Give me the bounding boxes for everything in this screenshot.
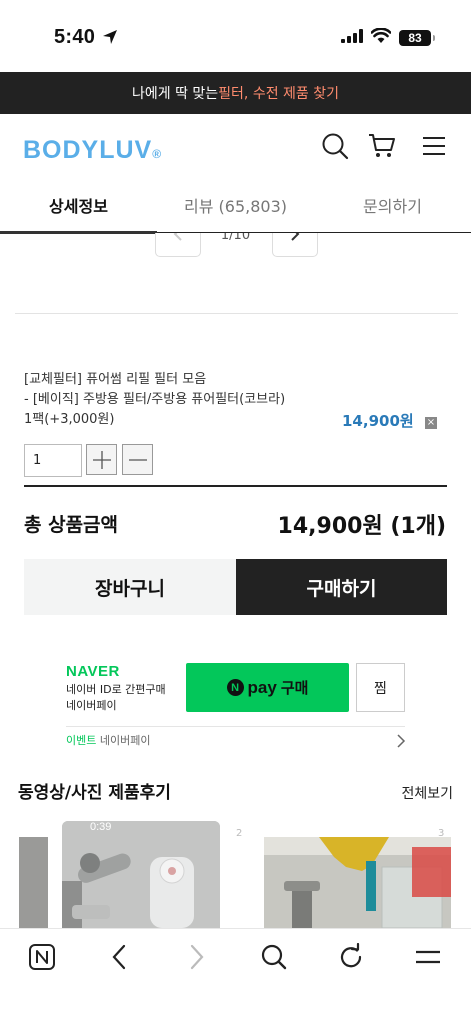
total-divider xyxy=(24,485,447,487)
naver-pay-buy-button[interactable]: N pay 구매 xyxy=(186,663,349,712)
search-icon[interactable] xyxy=(258,941,290,973)
naver-home-icon[interactable] xyxy=(26,941,58,973)
logo-text: BODYLUV xyxy=(23,136,153,164)
logo-mark: ® xyxy=(152,147,163,161)
search-icon[interactable] xyxy=(321,132,349,160)
forward-icon[interactable] xyxy=(181,941,213,973)
quantity-input[interactable]: 1 xyxy=(24,444,82,477)
status-indicators: 83 xyxy=(341,27,435,47)
back-icon[interactable] xyxy=(103,941,135,973)
wifi-icon xyxy=(370,27,392,47)
npay-buy-label: 구매 xyxy=(280,679,309,697)
menu-icon[interactable] xyxy=(412,941,444,973)
minus-icon xyxy=(128,458,147,461)
section-divider xyxy=(15,313,458,314)
npay-pay-label: pay xyxy=(247,677,277,697)
quantity-plus-button[interactable] xyxy=(86,444,117,475)
npay-divider xyxy=(66,726,405,727)
naver-desc-line2: 네이버페이 xyxy=(66,699,117,712)
remove-option-button[interactable]: × xyxy=(425,417,437,429)
promo-banner[interactable]: 나에게 딱 맞는 필터, 수전 제품 찾기 xyxy=(0,72,471,114)
review-video-thumbnail[interactable]: 0:39 xyxy=(62,821,220,928)
signal-icon xyxy=(341,28,363,47)
photo-review-title: 동영상/사진 제품후기 xyxy=(18,783,171,803)
chevron-right-icon[interactable] xyxy=(396,733,406,752)
pager-count: 1/10 xyxy=(220,233,251,243)
refresh-icon[interactable] xyxy=(335,941,367,973)
product-tabs: 상세정보 리뷰 (65,803) 문의하기 xyxy=(0,184,471,234)
thumbnail-index: 3 xyxy=(438,828,445,839)
site-header: BODYLUV® xyxy=(0,114,471,180)
image-pager: 1/10 xyxy=(0,233,471,257)
npay-event-label: 이벤트 xyxy=(66,734,97,747)
option-variant: - [베이직] 주방용 필터/주방용 퓨어필터(코브라) xyxy=(24,392,286,407)
npay-event-text: 네이버페이 xyxy=(99,734,151,747)
thumbnail-index: 2 xyxy=(236,828,243,839)
naver-desc-line1: 네이버 ID로 간편구매 xyxy=(66,683,166,696)
status-time: 5:40 xyxy=(54,26,96,48)
wishlist-button[interactable]: 찜 xyxy=(356,663,405,712)
add-to-cart-button[interactable]: 장바구니 xyxy=(24,559,236,615)
promo-highlight: 필터, 수전 제품 찾기 xyxy=(218,86,340,102)
cart-icon[interactable] xyxy=(368,132,396,160)
pager-next-button[interactable] xyxy=(272,233,318,257)
location-arrow-icon xyxy=(102,29,118,49)
faucet-photo-image xyxy=(62,821,220,928)
video-duration: 0:39 xyxy=(90,821,112,833)
naver-pay-description: 네이버 ID로 간편구매 네이버페이 xyxy=(66,682,181,714)
naver-logo: NAVER xyxy=(66,663,120,680)
brand-logo[interactable]: BODYLUV® xyxy=(23,136,162,165)
npay-event-link[interactable]: 이벤트 네이버페이 xyxy=(66,732,150,748)
review-thumbnail-partial[interactable] xyxy=(19,837,48,928)
browser-toolbar xyxy=(0,928,471,1024)
quantity-minus-button[interactable] xyxy=(122,444,153,475)
option-price: 14,900원 xyxy=(342,412,414,430)
buy-now-button[interactable]: 구매하기 xyxy=(236,559,447,615)
total-value: 14,900원 (1개) xyxy=(277,514,446,539)
battery-indicator: 83 xyxy=(399,29,435,46)
option-title: [교체필터] 퓨어썸 리필 필터 모음 xyxy=(24,372,207,387)
tab-reviews[interactable]: 리뷰 (65,803) xyxy=(157,184,314,232)
review-photo-thumbnail[interactable] xyxy=(264,837,451,928)
chevron-right-icon xyxy=(291,233,300,241)
kitchen-sink-photo-image xyxy=(264,837,451,928)
tab-details[interactable]: 상세정보 xyxy=(0,184,157,234)
total-label: 총 상품금액 xyxy=(24,514,119,536)
naver-n-icon: N xyxy=(226,679,244,696)
view-all-link[interactable]: 전체보기 xyxy=(401,783,453,803)
status-bar: 5:40 83 xyxy=(0,0,471,72)
tab-inquiry[interactable]: 문의하기 xyxy=(314,184,471,232)
menu-icon[interactable] xyxy=(421,132,449,160)
plus-icon xyxy=(92,450,111,469)
promo-text: 나에게 딱 맞는 xyxy=(131,86,219,102)
